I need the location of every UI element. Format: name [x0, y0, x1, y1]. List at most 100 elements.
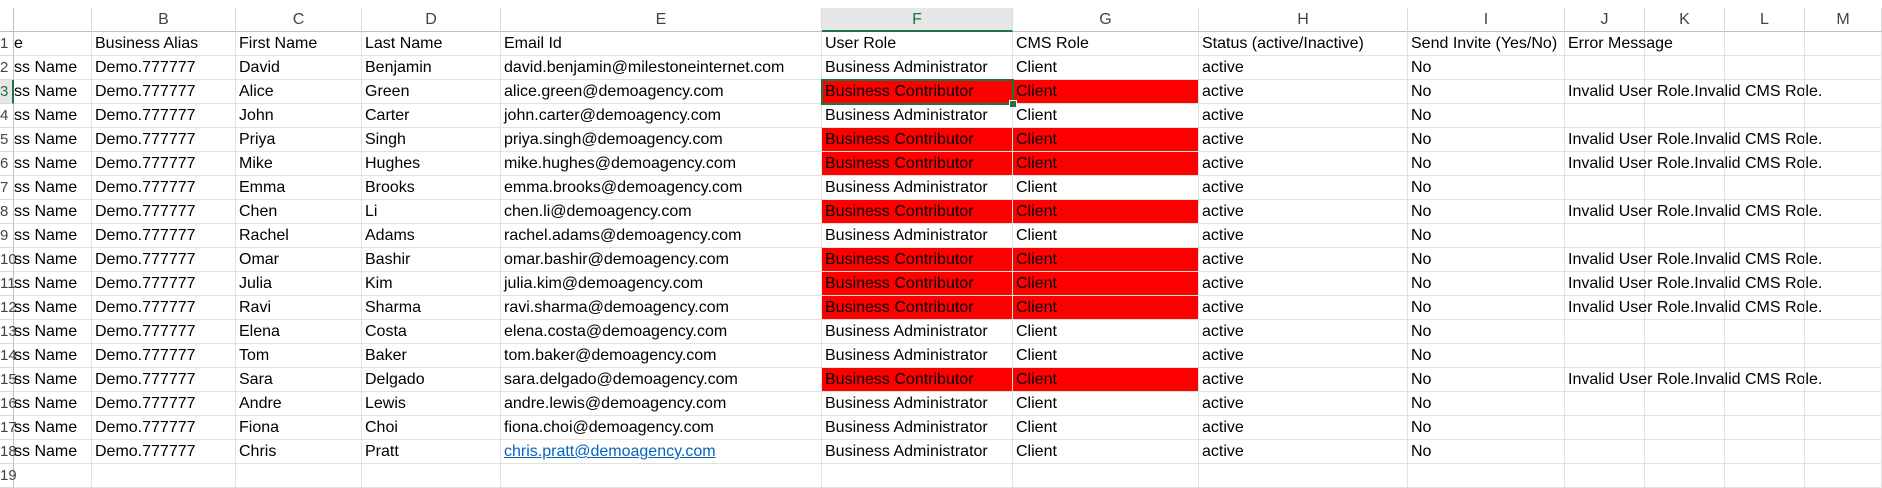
cell-L8[interactable] — [1725, 200, 1805, 224]
row-header-5[interactable]: 5 — [0, 128, 14, 152]
cell-M5[interactable] — [1805, 128, 1882, 152]
cell-G5[interactable]: Client — [1013, 128, 1199, 152]
cell-G14[interactable]: Client — [1013, 344, 1199, 368]
cell-D14[interactable]: Baker — [362, 344, 501, 368]
row-header-9[interactable]: 9 — [0, 224, 14, 248]
cell-A15[interactable]: ss Name — [14, 368, 92, 392]
cell-A16[interactable]: ss Name — [14, 392, 92, 416]
cell-L10[interactable] — [1725, 248, 1805, 272]
cell-C4[interactable]: John — [236, 104, 362, 128]
cell-C19[interactable] — [236, 464, 362, 488]
cell-I7[interactable]: No — [1408, 176, 1565, 200]
cell-C8[interactable]: Chen — [236, 200, 362, 224]
cell-K7[interactable] — [1645, 176, 1725, 200]
cell-A17[interactable]: ss Name — [14, 416, 92, 440]
cell-G11[interactable]: Client — [1013, 272, 1199, 296]
cell-B16[interactable]: Demo.777777 — [92, 392, 236, 416]
cell-K19[interactable] — [1645, 464, 1725, 488]
cell-K9[interactable] — [1645, 224, 1725, 248]
cell-A13[interactable]: ss Name — [14, 320, 92, 344]
cell-G16[interactable]: Client — [1013, 392, 1199, 416]
cell-K15[interactable] — [1645, 368, 1725, 392]
cell-K18[interactable] — [1645, 440, 1725, 464]
cell-E2[interactable]: david.benjamin@milestoneinternet.com — [501, 56, 822, 80]
cell-E12[interactable]: ravi.sharma@demoagency.com — [501, 296, 822, 320]
cell-I13[interactable]: No — [1408, 320, 1565, 344]
cell-J19[interactable] — [1565, 464, 1645, 488]
cell-I19[interactable] — [1408, 464, 1565, 488]
cell-C14[interactable]: Tom — [236, 344, 362, 368]
row-header-1[interactable]: 1 — [0, 32, 14, 56]
cell-C7[interactable]: Emma — [236, 176, 362, 200]
cell-C3[interactable]: Alice — [236, 80, 362, 104]
cell-M18[interactable] — [1805, 440, 1882, 464]
cell-D6[interactable]: Hughes — [362, 152, 501, 176]
cell-K17[interactable] — [1645, 416, 1725, 440]
cell-L3[interactable] — [1725, 80, 1805, 104]
cell-H16[interactable]: active — [1199, 392, 1408, 416]
row-header-12[interactable]: 12 — [0, 296, 17, 320]
cell-L6[interactable] — [1725, 152, 1805, 176]
cell-L5[interactable] — [1725, 128, 1805, 152]
cell-M7[interactable] — [1805, 176, 1882, 200]
cell-A7[interactable]: ss Name — [14, 176, 92, 200]
cell-D1[interactable]: Last Name — [362, 32, 501, 56]
cell-C9[interactable]: Rachel — [236, 224, 362, 248]
cell-J1[interactable]: Error Message — [1565, 32, 1673, 56]
cell-K14[interactable] — [1645, 344, 1725, 368]
cell-K8[interactable] — [1645, 200, 1725, 224]
row-header-6[interactable]: 6 — [0, 152, 14, 176]
cell-F13[interactable]: Business Administrator — [822, 320, 1013, 344]
cell-D3[interactable]: Green — [362, 80, 501, 104]
cell-B10[interactable]: Demo.777777 — [92, 248, 236, 272]
row-header-2[interactable]: 2 — [0, 56, 14, 80]
cell-H8[interactable]: active — [1199, 200, 1408, 224]
cell-B3[interactable]: Demo.777777 — [92, 80, 236, 104]
cell-G6[interactable]: Client — [1013, 152, 1199, 176]
cell-H18[interactable]: active — [1199, 440, 1408, 464]
cell-K11[interactable] — [1645, 272, 1725, 296]
cell-M16[interactable] — [1805, 392, 1882, 416]
cell-H15[interactable]: active — [1199, 368, 1408, 392]
cell-L9[interactable] — [1725, 224, 1805, 248]
cell-J8[interactable]: Invalid User Role.Invalid CMS Role. — [1565, 200, 1822, 224]
cell-L1[interactable] — [1725, 32, 1805, 56]
cell-D13[interactable]: Costa — [362, 320, 501, 344]
cell-I4[interactable]: No — [1408, 104, 1565, 128]
column-header-A[interactable] — [14, 8, 92, 32]
cell-E17[interactable]: fiona.choi@demoagency.com — [501, 416, 822, 440]
cell-F12[interactable]: Business Contributor — [822, 296, 1013, 320]
cell-B18[interactable]: Demo.777777 — [92, 440, 236, 464]
cell-E8[interactable]: chen.li@demoagency.com — [501, 200, 822, 224]
cell-F7[interactable]: Business Administrator — [822, 176, 1013, 200]
cell-E5[interactable]: priya.singh@demoagency.com — [501, 128, 822, 152]
cell-K4[interactable] — [1645, 104, 1725, 128]
cell-K12[interactable] — [1645, 296, 1725, 320]
cell-E18[interactable]: chris.pratt@demoagency.com — [501, 440, 822, 464]
cell-I10[interactable]: No — [1408, 248, 1565, 272]
cell-C10[interactable]: Omar — [236, 248, 362, 272]
cell-E6[interactable]: mike.hughes@demoagency.com — [501, 152, 822, 176]
cell-J10[interactable]: Invalid User Role.Invalid CMS Role. — [1565, 248, 1822, 272]
cell-L13[interactable] — [1725, 320, 1805, 344]
cell-K5[interactable] — [1645, 128, 1725, 152]
cell-E13[interactable]: elena.costa@demoagency.com — [501, 320, 822, 344]
cell-B13[interactable]: Demo.777777 — [92, 320, 236, 344]
cell-A12[interactable]: ss Name — [14, 296, 92, 320]
row-header-17[interactable]: 17 — [0, 416, 17, 440]
cell-J5[interactable]: Invalid User Role.Invalid CMS Role. — [1565, 128, 1822, 152]
column-header-B[interactable]: B — [92, 8, 236, 32]
row-header-19[interactable]: 19 — [0, 464, 17, 488]
column-header-C[interactable]: C — [236, 8, 362, 32]
cell-F19[interactable] — [822, 464, 1013, 488]
cell-G10[interactable]: Client — [1013, 248, 1199, 272]
cell-I8[interactable]: No — [1408, 200, 1565, 224]
cell-G8[interactable]: Client — [1013, 200, 1199, 224]
cell-K13[interactable] — [1645, 320, 1725, 344]
cell-C5[interactable]: Priya — [236, 128, 362, 152]
cell-M9[interactable] — [1805, 224, 1882, 248]
cell-B4[interactable]: Demo.777777 — [92, 104, 236, 128]
cell-H19[interactable] — [1199, 464, 1408, 488]
cell-I15[interactable]: No — [1408, 368, 1565, 392]
cell-D2[interactable]: Benjamin — [362, 56, 501, 80]
